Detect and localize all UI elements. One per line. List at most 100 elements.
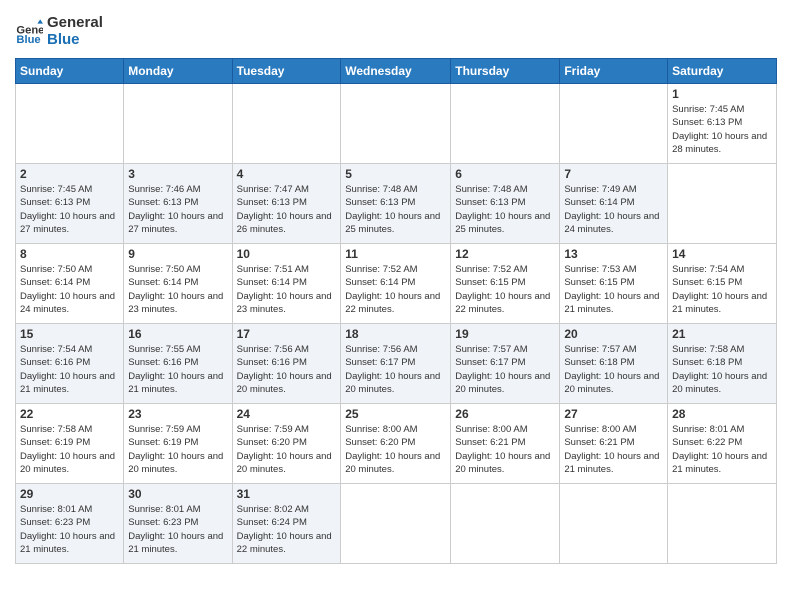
calendar-cell: [668, 164, 777, 244]
day-info: Sunrise: 7:56 AMSunset: 6:17 PMDaylight:…: [345, 343, 446, 396]
calendar-table: SundayMondayTuesdayWednesdayThursdayFrid…: [15, 58, 777, 564]
calendar-cell: 3 Sunrise: 7:46 AMSunset: 6:13 PMDaylight…: [124, 164, 232, 244]
day-number: 26: [455, 407, 555, 421]
calendar-cell: 23 Sunrise: 7:59 AMSunset: 6:19 PMDayligh…: [124, 404, 232, 484]
day-info: Sunrise: 7:59 AMSunset: 6:19 PMDaylight:…: [128, 423, 227, 476]
calendar-cell: 24 Sunrise: 7:59 AMSunset: 6:20 PMDayligh…: [232, 404, 341, 484]
calendar-cell: [560, 484, 668, 564]
calendar-week-row: 1Sunrise: 7:45 AMSunset: 6:13 PMDaylight…: [16, 84, 777, 164]
day-info: Sunrise: 7:54 AMSunset: 6:15 PMDaylight:…: [672, 263, 772, 316]
calendar-cell: 27 Sunrise: 8:00 AMSunset: 6:21 PMDayligh…: [560, 404, 668, 484]
day-info: Sunrise: 8:00 AMSunset: 6:21 PMDaylight:…: [455, 423, 555, 476]
day-number: 23: [128, 407, 227, 421]
calendar-cell: [451, 484, 560, 564]
day-number: 20: [564, 327, 663, 341]
day-info: Sunrise: 7:45 AMSunset: 6:13 PMDaylight:…: [20, 183, 119, 236]
calendar-cell: 28 Sunrise: 8:01 AMSunset: 6:22 PMDayligh…: [668, 404, 777, 484]
day-info: Sunrise: 7:53 AMSunset: 6:15 PMDaylight:…: [564, 263, 663, 316]
calendar-cell: 31 Sunrise: 8:02 AMSunset: 6:24 PMDayligh…: [232, 484, 341, 564]
day-info: Sunrise: 7:45 AMSunset: 6:13 PMDaylight:…: [672, 103, 772, 156]
day-number: 17: [237, 327, 337, 341]
calendar-week-row: 8 Sunrise: 7:50 AMSunset: 6:14 PMDaylight…: [16, 244, 777, 324]
day-number: 25: [345, 407, 446, 421]
day-info: Sunrise: 8:01 AMSunset: 6:22 PMDaylight:…: [672, 423, 772, 476]
day-info: Sunrise: 8:01 AMSunset: 6:23 PMDaylight:…: [128, 503, 227, 556]
day-info: Sunrise: 7:50 AMSunset: 6:14 PMDaylight:…: [20, 263, 119, 316]
day-number: 18: [345, 327, 446, 341]
day-number: 31: [237, 487, 337, 501]
calendar-cell: 9 Sunrise: 7:50 AMSunset: 6:14 PMDaylight…: [124, 244, 232, 324]
calendar-cell: 11 Sunrise: 7:52 AMSunset: 6:14 PMDayligh…: [341, 244, 451, 324]
day-of-week-header: Thursday: [451, 59, 560, 84]
logo-general: General: [47, 15, 103, 32]
day-info: Sunrise: 7:50 AMSunset: 6:14 PMDaylight:…: [128, 263, 227, 316]
day-number: 3: [128, 167, 227, 181]
day-of-week-header: Friday: [560, 59, 668, 84]
day-number: 27: [564, 407, 663, 421]
day-info: Sunrise: 7:49 AMSunset: 6:14 PMDaylight:…: [564, 183, 663, 236]
calendar-cell: 25 Sunrise: 8:00 AMSunset: 6:20 PMDayligh…: [341, 404, 451, 484]
calendar-cell: 15 Sunrise: 7:54 AMSunset: 6:16 PMDayligh…: [16, 324, 124, 404]
calendar-cell: 1Sunrise: 7:45 AMSunset: 6:13 PMDaylight…: [668, 84, 777, 164]
day-info: Sunrise: 7:55 AMSunset: 6:16 PMDaylight:…: [128, 343, 227, 396]
logo: General Blue General Blue: [15, 15, 103, 48]
day-info: Sunrise: 7:58 AMSunset: 6:19 PMDaylight:…: [20, 423, 119, 476]
day-info: Sunrise: 8:01 AMSunset: 6:23 PMDaylight:…: [20, 503, 119, 556]
svg-text:Blue: Blue: [16, 34, 40, 46]
calendar-cell: 7 Sunrise: 7:49 AMSunset: 6:14 PMDaylight…: [560, 164, 668, 244]
day-number: 22: [20, 407, 119, 421]
calendar-cell: 12 Sunrise: 7:52 AMSunset: 6:15 PMDayligh…: [451, 244, 560, 324]
day-info: Sunrise: 7:48 AMSunset: 6:13 PMDaylight:…: [455, 183, 555, 236]
day-number: 8: [20, 247, 119, 261]
day-info: Sunrise: 8:00 AMSunset: 6:20 PMDaylight:…: [345, 423, 446, 476]
day-number: 7: [564, 167, 663, 181]
day-info: Sunrise: 7:51 AMSunset: 6:14 PMDaylight:…: [237, 263, 337, 316]
day-number: 11: [345, 247, 446, 261]
calendar-cell: 8 Sunrise: 7:50 AMSunset: 6:14 PMDaylight…: [16, 244, 124, 324]
day-number: 12: [455, 247, 555, 261]
day-number: 2: [20, 167, 119, 181]
calendar-week-row: 22 Sunrise: 7:58 AMSunset: 6:19 PMDayligh…: [16, 404, 777, 484]
day-of-week-header: Sunday: [16, 59, 124, 84]
day-info: Sunrise: 8:00 AMSunset: 6:21 PMDaylight:…: [564, 423, 663, 476]
day-number: 24: [237, 407, 337, 421]
calendar-cell: [668, 484, 777, 564]
calendar-cell: 26 Sunrise: 8:00 AMSunset: 6:21 PMDayligh…: [451, 404, 560, 484]
calendar-cell: 18 Sunrise: 7:56 AMSunset: 6:17 PMDayligh…: [341, 324, 451, 404]
day-info: Sunrise: 7:52 AMSunset: 6:14 PMDaylight:…: [345, 263, 446, 316]
calendar-week-row: 2 Sunrise: 7:45 AMSunset: 6:13 PMDaylight…: [16, 164, 777, 244]
day-number: 14: [672, 247, 772, 261]
day-info: Sunrise: 7:59 AMSunset: 6:20 PMDaylight:…: [237, 423, 337, 476]
day-info: Sunrise: 8:02 AMSunset: 6:24 PMDaylight:…: [237, 503, 337, 556]
calendar-cell: 2 Sunrise: 7:45 AMSunset: 6:13 PMDaylight…: [16, 164, 124, 244]
calendar-cell: 30Sunrise: 8:01 AMSunset: 6:23 PMDayligh…: [124, 484, 232, 564]
day-info: Sunrise: 7:52 AMSunset: 6:15 PMDaylight:…: [455, 263, 555, 316]
calendar-cell: [560, 84, 668, 164]
day-of-week-header: Saturday: [668, 59, 777, 84]
day-info: Sunrise: 7:57 AMSunset: 6:18 PMDaylight:…: [564, 343, 663, 396]
day-number: 5: [345, 167, 446, 181]
calendar-cell: [16, 84, 124, 164]
calendar-week-row: 29Sunrise: 8:01 AMSunset: 6:23 PMDayligh…: [16, 484, 777, 564]
calendar-cell: 19Sunrise: 7:57 AMSunset: 6:17 PMDayligh…: [451, 324, 560, 404]
calendar-cell: 21Sunrise: 7:58 AMSunset: 6:18 PMDayligh…: [668, 324, 777, 404]
day-info: Sunrise: 7:57 AMSunset: 6:17 PMDaylight:…: [455, 343, 555, 396]
day-number: 28: [672, 407, 772, 421]
calendar-cell: [124, 84, 232, 164]
day-number: 10: [237, 247, 337, 261]
calendar-cell: 4Sunrise: 7:47 AMSunset: 6:13 PMDaylight…: [232, 164, 341, 244]
day-info: Sunrise: 7:48 AMSunset: 6:13 PMDaylight:…: [345, 183, 446, 236]
day-number: 9: [128, 247, 227, 261]
day-info: Sunrise: 7:54 AMSunset: 6:16 PMDaylight:…: [20, 343, 119, 396]
day-number: 16: [128, 327, 227, 341]
day-of-week-header: Tuesday: [232, 59, 341, 84]
day-number: 13: [564, 247, 663, 261]
day-number: 15: [20, 327, 119, 341]
day-number: 4: [237, 167, 337, 181]
calendar-cell: 5 Sunrise: 7:48 AMSunset: 6:13 PMDaylight…: [341, 164, 451, 244]
days-header-row: SundayMondayTuesdayWednesdayThursdayFrid…: [16, 59, 777, 84]
day-of-week-header: Monday: [124, 59, 232, 84]
day-info: Sunrise: 7:46 AMSunset: 6:13 PMDaylight:…: [128, 183, 227, 236]
calendar-cell: [451, 84, 560, 164]
day-number: 21: [672, 327, 772, 341]
